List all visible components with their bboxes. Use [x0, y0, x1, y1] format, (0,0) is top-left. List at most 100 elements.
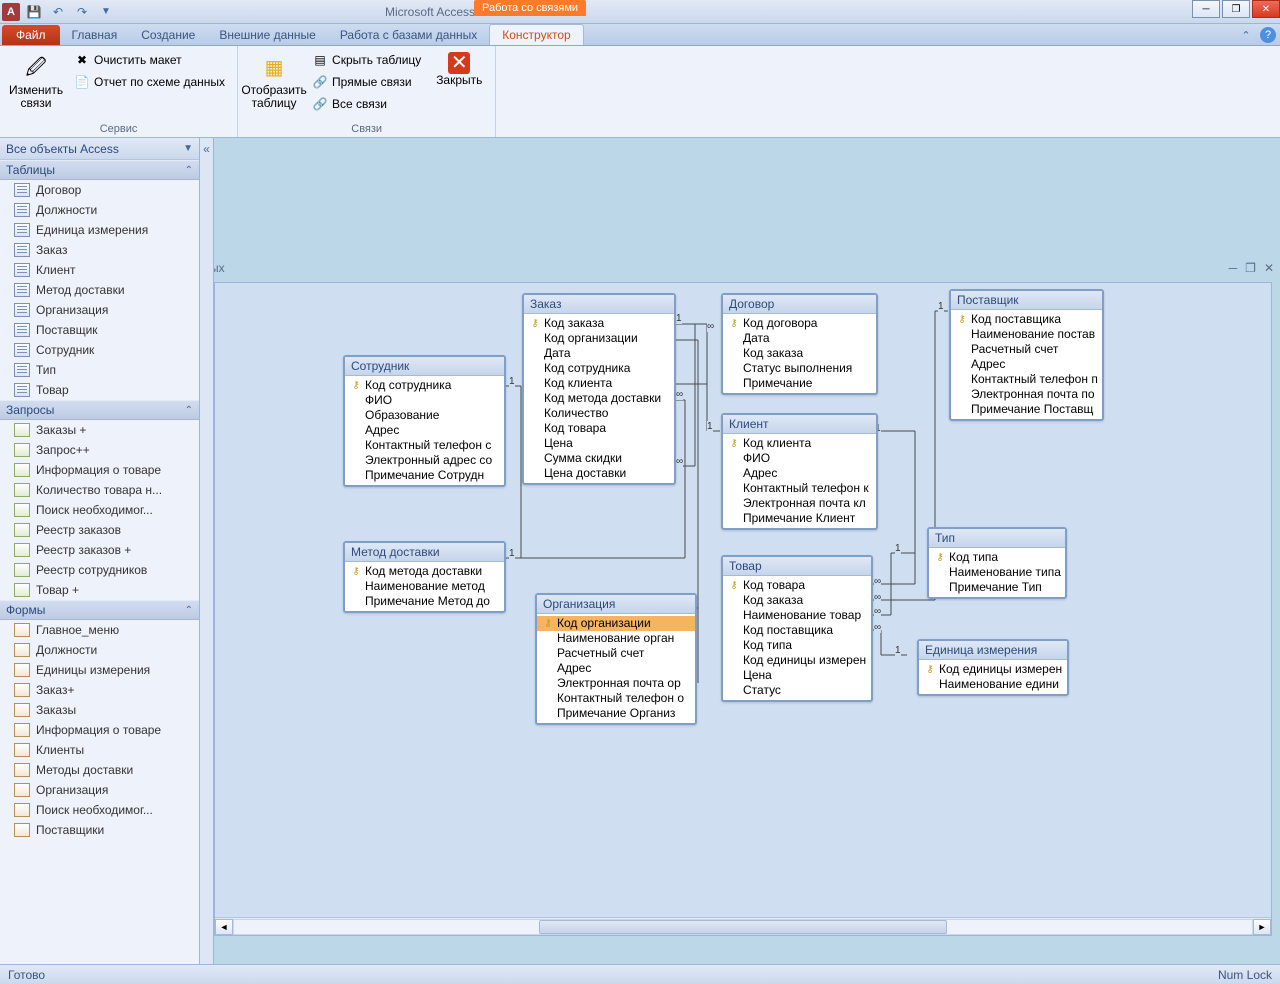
table-field[interactable]: Код поставщика: [723, 623, 871, 638]
table-field[interactable]: ФИО: [723, 451, 876, 466]
table-field[interactable]: Расчетный счет: [951, 342, 1102, 357]
table-tovar[interactable]: Товар⚷Код товараКод заказаНаименование т…: [721, 555, 873, 702]
nav-item[interactable]: Должности: [0, 640, 199, 660]
maximize-button[interactable]: ❐: [1222, 0, 1250, 18]
table-key-field[interactable]: ⚷Код поставщика: [951, 312, 1102, 327]
show-table-button[interactable]: ▦ Отобразить таблицу: [246, 50, 302, 112]
table-header[interactable]: Заказ: [524, 295, 674, 314]
table-key-field[interactable]: ⚷Код единицы измерен: [919, 662, 1067, 677]
nav-item[interactable]: Реестр заказов: [0, 520, 199, 540]
table-field[interactable]: Код типа: [723, 638, 871, 653]
table-field[interactable]: Контактный телефон к: [723, 481, 876, 496]
table-field[interactable]: Электронная почта по: [951, 387, 1102, 402]
table-tip[interactable]: Тип⚷Код типаНаименование типаПримечание …: [927, 527, 1067, 599]
redo-icon[interactable]: ↷: [72, 2, 92, 22]
table-field[interactable]: Примечание Тип: [929, 580, 1065, 595]
table-field[interactable]: Контактный телефон с: [345, 438, 504, 453]
table-key-field[interactable]: ⚷Код договора: [723, 316, 876, 331]
table-metod[interactable]: Метод доставки⚷Код метода доставкиНаимен…: [343, 541, 506, 613]
table-field[interactable]: Цена: [723, 668, 871, 683]
nav-item[interactable]: Реестр сотрудников: [0, 560, 199, 580]
scroll-track[interactable]: [233, 919, 1253, 935]
table-field[interactable]: Примечание: [723, 376, 876, 391]
table-field[interactable]: Цена: [524, 436, 674, 451]
tab-designer[interactable]: Конструктор: [489, 24, 583, 45]
nav-item[interactable]: Поставщик: [0, 320, 199, 340]
table-key-field[interactable]: ⚷Код сотрудника: [345, 378, 504, 393]
table-field[interactable]: Сумма скидки: [524, 451, 674, 466]
table-field[interactable]: Электронный адрес со: [345, 453, 504, 468]
table-field[interactable]: Наименование типа: [929, 565, 1065, 580]
schema-report-button[interactable]: 📄 Отчет по схеме данных: [70, 72, 229, 92]
table-klient[interactable]: Клиент⚷Код клиентаФИОАдресКонтактный тел…: [721, 413, 878, 530]
nav-group-header[interactable]: Формы⌃: [0, 600, 199, 620]
table-field[interactable]: Дата: [723, 331, 876, 346]
table-field[interactable]: Цена доставки: [524, 466, 674, 481]
table-field[interactable]: Наименование метод: [345, 579, 504, 594]
table-field[interactable]: Электронная почта ор: [537, 676, 695, 691]
scroll-right-button[interactable]: ►: [1253, 919, 1271, 935]
table-field[interactable]: Статус: [723, 683, 871, 698]
tab-external[interactable]: Внешние данные: [207, 25, 328, 45]
nav-item[interactable]: Клиент: [0, 260, 199, 280]
nav-item[interactable]: Информация о товаре: [0, 720, 199, 740]
table-header[interactable]: Поставщик: [951, 291, 1102, 310]
table-header[interactable]: Единица измерения: [919, 641, 1067, 660]
nav-collapse-bar[interactable]: «: [200, 138, 214, 964]
nav-item[interactable]: Поиск необходимог...: [0, 800, 199, 820]
table-field[interactable]: Дата: [524, 346, 674, 361]
nav-item[interactable]: Главное_меню: [0, 620, 199, 640]
table-header[interactable]: Клиент: [723, 415, 876, 434]
nav-item[interactable]: Заказ+: [0, 680, 199, 700]
nav-item[interactable]: Заказы +: [0, 420, 199, 440]
nav-item[interactable]: Методы доставки: [0, 760, 199, 780]
table-field[interactable]: Контактный телефон п: [951, 372, 1102, 387]
tab-home[interactable]: Главная: [60, 25, 130, 45]
table-field[interactable]: Адрес: [537, 661, 695, 676]
table-sotrudnik[interactable]: Сотрудник⚷Код сотрудникаФИООбразованиеАд…: [343, 355, 506, 487]
table-field[interactable]: Адрес: [723, 466, 876, 481]
table-field[interactable]: Код заказа: [723, 346, 876, 361]
nav-item[interactable]: Организация: [0, 780, 199, 800]
nav-item[interactable]: Товар: [0, 380, 199, 400]
nav-item[interactable]: Поиск необходимог...: [0, 500, 199, 520]
table-key-field[interactable]: ⚷Код типа: [929, 550, 1065, 565]
save-icon[interactable]: 💾: [24, 2, 44, 22]
table-field[interactable]: Примечание Поставщ: [951, 402, 1102, 417]
doc-minimize-icon[interactable]: ─: [1229, 261, 1238, 275]
table-field[interactable]: Статус выполнения: [723, 361, 876, 376]
table-field[interactable]: Контактный телефон о: [537, 691, 695, 706]
ribbon-close-button[interactable]: ✕ Закрыть: [431, 50, 487, 89]
nav-header[interactable]: Все объекты Access ▼: [0, 138, 199, 160]
table-field[interactable]: Адрес: [345, 423, 504, 438]
nav-item[interactable]: Количество товара н...: [0, 480, 199, 500]
table-field[interactable]: ФИО: [345, 393, 504, 408]
close-button[interactable]: ✕: [1252, 0, 1280, 18]
nav-item[interactable]: Метод доставки: [0, 280, 199, 300]
relationships-canvas[interactable]: 1 1 1 ∞ ∞ 1 ∞ ∞ ∞ ∞ ∞ 1 1 1 1 1 Сотрудни…: [214, 282, 1272, 936]
nav-item[interactable]: Клиенты: [0, 740, 199, 760]
nav-item[interactable]: Запрос++: [0, 440, 199, 460]
table-field[interactable]: Наименование товар: [723, 608, 871, 623]
table-header[interactable]: Организация: [537, 595, 695, 614]
nav-item[interactable]: Товар +: [0, 580, 199, 600]
clear-layout-button[interactable]: ✖ Очистить макет: [70, 50, 229, 70]
table-field[interactable]: Код организации: [524, 331, 674, 346]
table-header[interactable]: Договор: [723, 295, 876, 314]
table-field[interactable]: Код единицы измерен: [723, 653, 871, 668]
scroll-thumb[interactable]: [539, 920, 946, 934]
table-field[interactable]: Образование: [345, 408, 504, 423]
tab-file[interactable]: Файл: [2, 25, 60, 45]
hide-table-button[interactable]: ▤ Скрыть таблицу: [308, 50, 425, 70]
nav-item[interactable]: Заказ: [0, 240, 199, 260]
table-edizm[interactable]: Единица измерения ⚷Код единицы измеренНаи…: [917, 639, 1069, 696]
nav-group-header[interactable]: Таблицы⌃: [0, 160, 199, 180]
nav-item[interactable]: Реестр заказов +: [0, 540, 199, 560]
edit-links-button[interactable]: 🖉 Изменить связи: [8, 50, 64, 112]
table-field[interactable]: Наименование орган: [537, 631, 695, 646]
app-icon[interactable]: A: [2, 3, 20, 21]
table-field[interactable]: Код клиента: [524, 376, 674, 391]
table-field[interactable]: Наименование едини: [919, 677, 1067, 692]
nav-item[interactable]: Единицы измерения: [0, 660, 199, 680]
table-field[interactable]: Код товара: [524, 421, 674, 436]
